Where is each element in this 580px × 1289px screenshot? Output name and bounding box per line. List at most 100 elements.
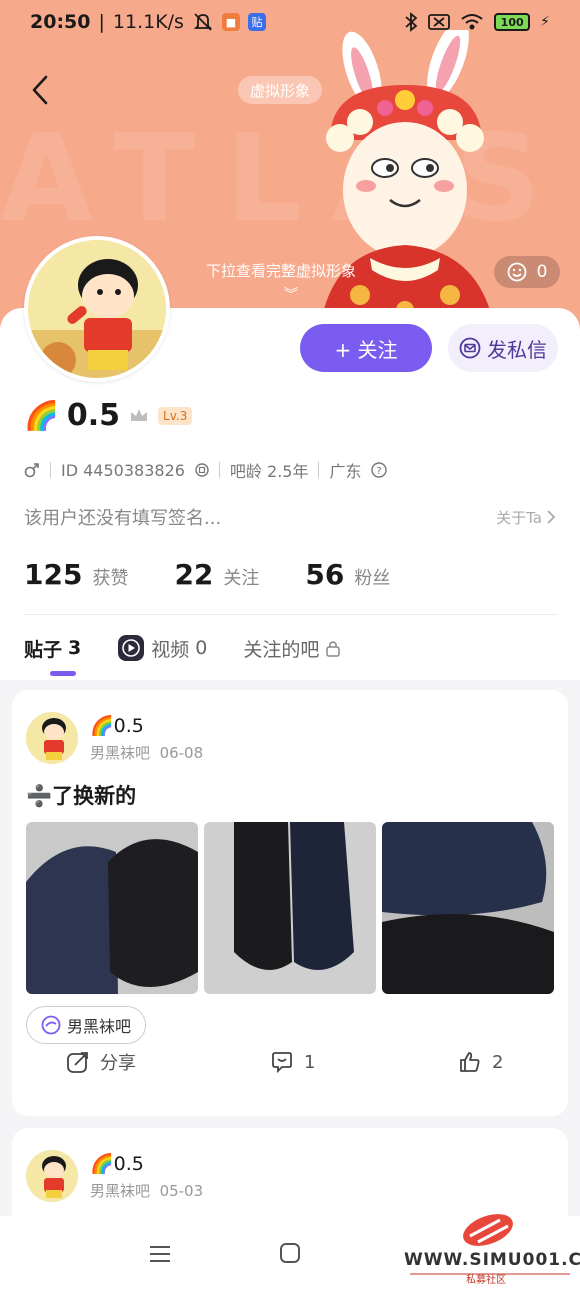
bar-tag-button[interactable]: 男黑袜吧 xyxy=(26,1006,147,1044)
tieba-age: 吧龄 2.5年 xyxy=(229,462,309,481)
home-icon[interactable] xyxy=(279,1242,301,1264)
copy-icon[interactable] xyxy=(195,463,209,477)
virtual-avatar-tag[interactable]: 虚拟形象 xyxy=(238,76,323,104)
stat-number: 125 xyxy=(24,558,83,591)
rainbow-icon: 🌈 xyxy=(90,715,114,737)
mute-icon xyxy=(193,13,213,31)
share-button[interactable]: 分享 xyxy=(66,1049,136,1075)
back-button[interactable] xyxy=(22,70,58,110)
share-label: 分享 xyxy=(100,1053,136,1074)
post-meta: 男黑袜吧 06-08 xyxy=(90,742,203,763)
level-badge: Lv.3 xyxy=(158,406,193,425)
status-time: 20:50 xyxy=(30,11,91,33)
like-button[interactable]: 2 xyxy=(458,1050,503,1074)
watermark-text: WWW.SIMU001.CN xyxy=(404,1250,580,1270)
post-author-name-text: 0.5 xyxy=(113,715,144,737)
about-label: 关于Ta xyxy=(496,508,542,527)
stat-number: 56 xyxy=(305,558,345,591)
stats-row: 125 获赞 22 关注 56 粉丝 xyxy=(24,558,436,591)
stat-number: 22 xyxy=(174,558,214,591)
comment-count: 1 xyxy=(304,1051,316,1073)
divider xyxy=(24,614,558,615)
post-card[interactable]: 🌈0.5 男黑袜吧 06-08 ➗了换新的 男黑袜吧 分享 1 2 xyxy=(12,690,568,1116)
post-author-name-text: 0.5 xyxy=(113,1153,144,1175)
post-author-avatar[interactable] xyxy=(26,1150,78,1202)
tieba-notification-icon: 贴 xyxy=(247,13,266,31)
back-icon xyxy=(32,75,48,105)
tab-label: 关注的吧 xyxy=(243,638,320,661)
menu-icon[interactable] xyxy=(148,1244,172,1264)
post-author-name: 🌈0.5 xyxy=(90,1152,144,1175)
post-photo[interactable] xyxy=(382,822,554,994)
tab-posts[interactable]: 贴子 3 xyxy=(24,628,81,676)
tab-count: 0 xyxy=(195,637,208,659)
help-icon[interactable]: ? xyxy=(371,462,388,478)
post-photo-grid xyxy=(26,822,554,994)
crown-badge-icon xyxy=(131,408,148,421)
smiley-icon xyxy=(507,262,526,282)
chevron-right-icon xyxy=(547,510,556,524)
app-notification-icon: ■ xyxy=(221,13,240,31)
rainbow-icon: 🌈 xyxy=(24,399,59,432)
follow-button-label: + 关注 xyxy=(334,337,398,362)
avatar-like-count: 0 xyxy=(536,262,548,282)
profile-tabs: 贴子 3 视频 0 关注的吧 xyxy=(24,628,341,676)
avatar-like-button[interactable]: 0 xyxy=(494,256,560,288)
username: 0.5 xyxy=(66,398,121,433)
post-title[interactable]: ➗了换新的 xyxy=(26,780,136,810)
about-link[interactable]: 关于Ta xyxy=(496,507,556,528)
direct-message-label: 发私信 xyxy=(487,337,547,362)
post-author-avatar-image xyxy=(26,712,78,764)
sock-photo-1 xyxy=(26,822,198,994)
charging-icon: ⚡ xyxy=(540,14,550,30)
sock-photo-2 xyxy=(204,822,376,994)
post-author-avatar-image xyxy=(26,1150,78,1202)
stat-following[interactable]: 22 关注 xyxy=(174,558,259,591)
meta-divider xyxy=(50,462,51,478)
rainbow-icon: 🌈 xyxy=(90,1153,114,1175)
wifi-icon xyxy=(461,14,483,30)
male-icon xyxy=(24,463,39,478)
user-meta-row: ID 4450383826 吧龄 2.5年 广东 ? xyxy=(24,458,388,482)
bar-tag-label: 男黑袜吧 xyxy=(67,1017,132,1036)
post-bar-name: 男黑袜吧 xyxy=(90,744,151,762)
avatar[interactable] xyxy=(24,236,170,382)
network-speed: 11.1K/s xyxy=(112,11,184,33)
direct-message-button[interactable]: 发私信 xyxy=(448,324,558,372)
virtual-avatar-tag-label: 虚拟形象 xyxy=(250,81,311,100)
pull-down-hint: 下拉查看完整虚拟形象 xyxy=(206,262,357,280)
tab-label: 视频 xyxy=(151,638,190,661)
tab-followed-bars[interactable]: 关注的吧 xyxy=(243,628,341,668)
post-author-avatar[interactable] xyxy=(26,712,78,764)
follow-button[interactable]: + 关注 xyxy=(300,324,432,372)
chevron-down-icon: ︾ xyxy=(284,287,298,303)
like-count: 2 xyxy=(492,1051,504,1073)
comment-button[interactable]: 1 xyxy=(270,1050,315,1074)
stat-followers[interactable]: 56 粉丝 xyxy=(305,558,390,591)
sim-icon xyxy=(428,14,451,30)
bluetooth-icon xyxy=(405,12,418,32)
tab-label: 贴子 xyxy=(24,638,63,661)
meta-divider xyxy=(318,462,320,478)
post-photo[interactable] xyxy=(26,822,198,994)
user-location: 广东 xyxy=(329,462,362,481)
username-row: 🌈 0.5 Lv.3 xyxy=(24,398,193,433)
post-bar-name: 男黑袜吧 xyxy=(90,1182,151,1200)
watermark-subtext: 私募社区 xyxy=(466,1275,506,1286)
status-divider: | xyxy=(98,11,105,33)
post-date: 06-08 xyxy=(159,744,204,762)
stat-likes[interactable]: 125 获赞 xyxy=(24,558,128,591)
stat-label: 粉丝 xyxy=(354,568,391,589)
tab-videos[interactable]: 视频 0 xyxy=(117,628,207,668)
battery-icon: 100 xyxy=(494,13,531,31)
video-icon xyxy=(118,635,145,661)
status-bar: 20:50 | 11.1K/s ■ 贴 100 ⚡ xyxy=(0,0,580,44)
mail-icon xyxy=(459,337,481,359)
stat-label: 关注 xyxy=(223,568,260,589)
share-icon xyxy=(67,1052,88,1073)
tieba-bar-icon xyxy=(41,1015,61,1035)
post-meta: 男黑袜吧 05-03 xyxy=(90,1180,203,1201)
comment-icon xyxy=(272,1052,292,1074)
post-photo[interactable] xyxy=(204,822,376,994)
lock-icon xyxy=(326,641,341,657)
